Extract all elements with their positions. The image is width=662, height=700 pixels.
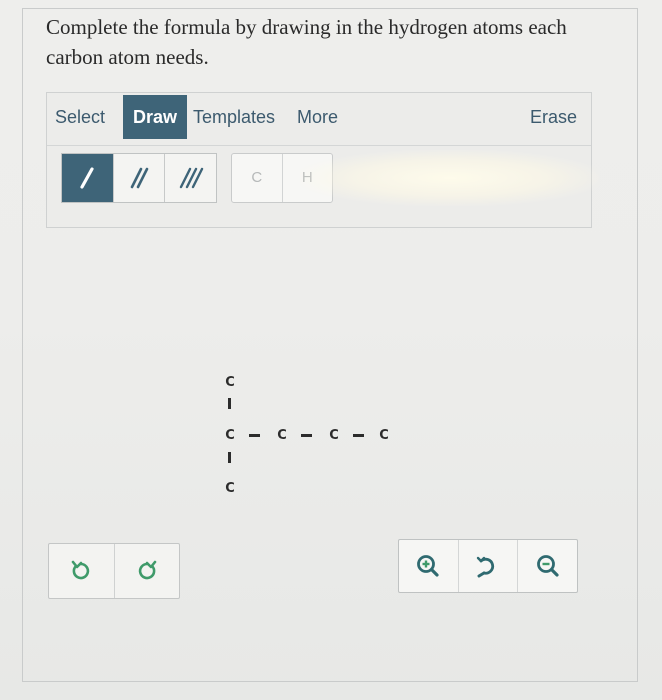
zoom-in-icon [417, 555, 439, 577]
toolbar-tabs: Select Draw Templates More Erase [47, 93, 591, 146]
single-bond-icon [80, 167, 94, 189]
tab-draw[interactable]: Draw [123, 95, 188, 139]
tab-select[interactable]: Select [55, 95, 105, 139]
bond-tool-group [61, 153, 217, 203]
zoom-out-icon [536, 555, 559, 577]
atom-carbon-2[interactable]: C [275, 428, 289, 443]
zoom-controls [398, 539, 578, 593]
zoom-out-button[interactable] [518, 540, 577, 592]
double-bond-icon [130, 167, 149, 189]
undo-icon [71, 560, 90, 580]
erase-button[interactable]: Erase [530, 107, 577, 128]
bond-horizontal-2[interactable] [301, 434, 312, 437]
bond-horizontal-3[interactable] [353, 434, 364, 437]
reset-view-button[interactable] [459, 540, 519, 592]
bond-vertical-bottom[interactable] [228, 452, 231, 463]
atom-carbon-3[interactable]: C [327, 428, 341, 443]
bond-vertical-top[interactable] [228, 398, 231, 409]
triple-bond-button[interactable] [165, 154, 216, 202]
tab-templates[interactable]: Templates [193, 95, 275, 139]
carbon-atom-button[interactable]: C [232, 154, 283, 202]
atom-carbon-4[interactable]: C [377, 428, 391, 443]
redo-icon [138, 560, 157, 580]
atom-carbon-top[interactable]: C [223, 375, 237, 390]
tab-more[interactable]: More [297, 95, 338, 139]
single-bond-button[interactable] [62, 154, 114, 202]
zoom-in-button[interactable] [399, 540, 459, 592]
bond-horizontal-1[interactable] [249, 434, 260, 437]
atom-carbon-center[interactable]: C [223, 428, 237, 443]
drawing-canvas[interactable]: C C C C C C [46, 228, 590, 528]
question-prompt: Complete the formula by drawing in the h… [46, 15, 567, 69]
redo-button[interactable] [115, 544, 180, 598]
drawing-toolbar: Select Draw Templates More Erase C H [46, 92, 592, 228]
hydrogen-atom-button[interactable]: H [283, 154, 333, 202]
atom-tool-group: C H [231, 153, 333, 203]
atom-carbon-bottom[interactable]: C [223, 481, 237, 496]
double-bond-button[interactable] [114, 154, 166, 202]
triple-bond-icon [179, 167, 203, 189]
undo-button[interactable] [49, 544, 115, 598]
history-controls [48, 543, 180, 599]
reset-view-icon [476, 556, 495, 578]
